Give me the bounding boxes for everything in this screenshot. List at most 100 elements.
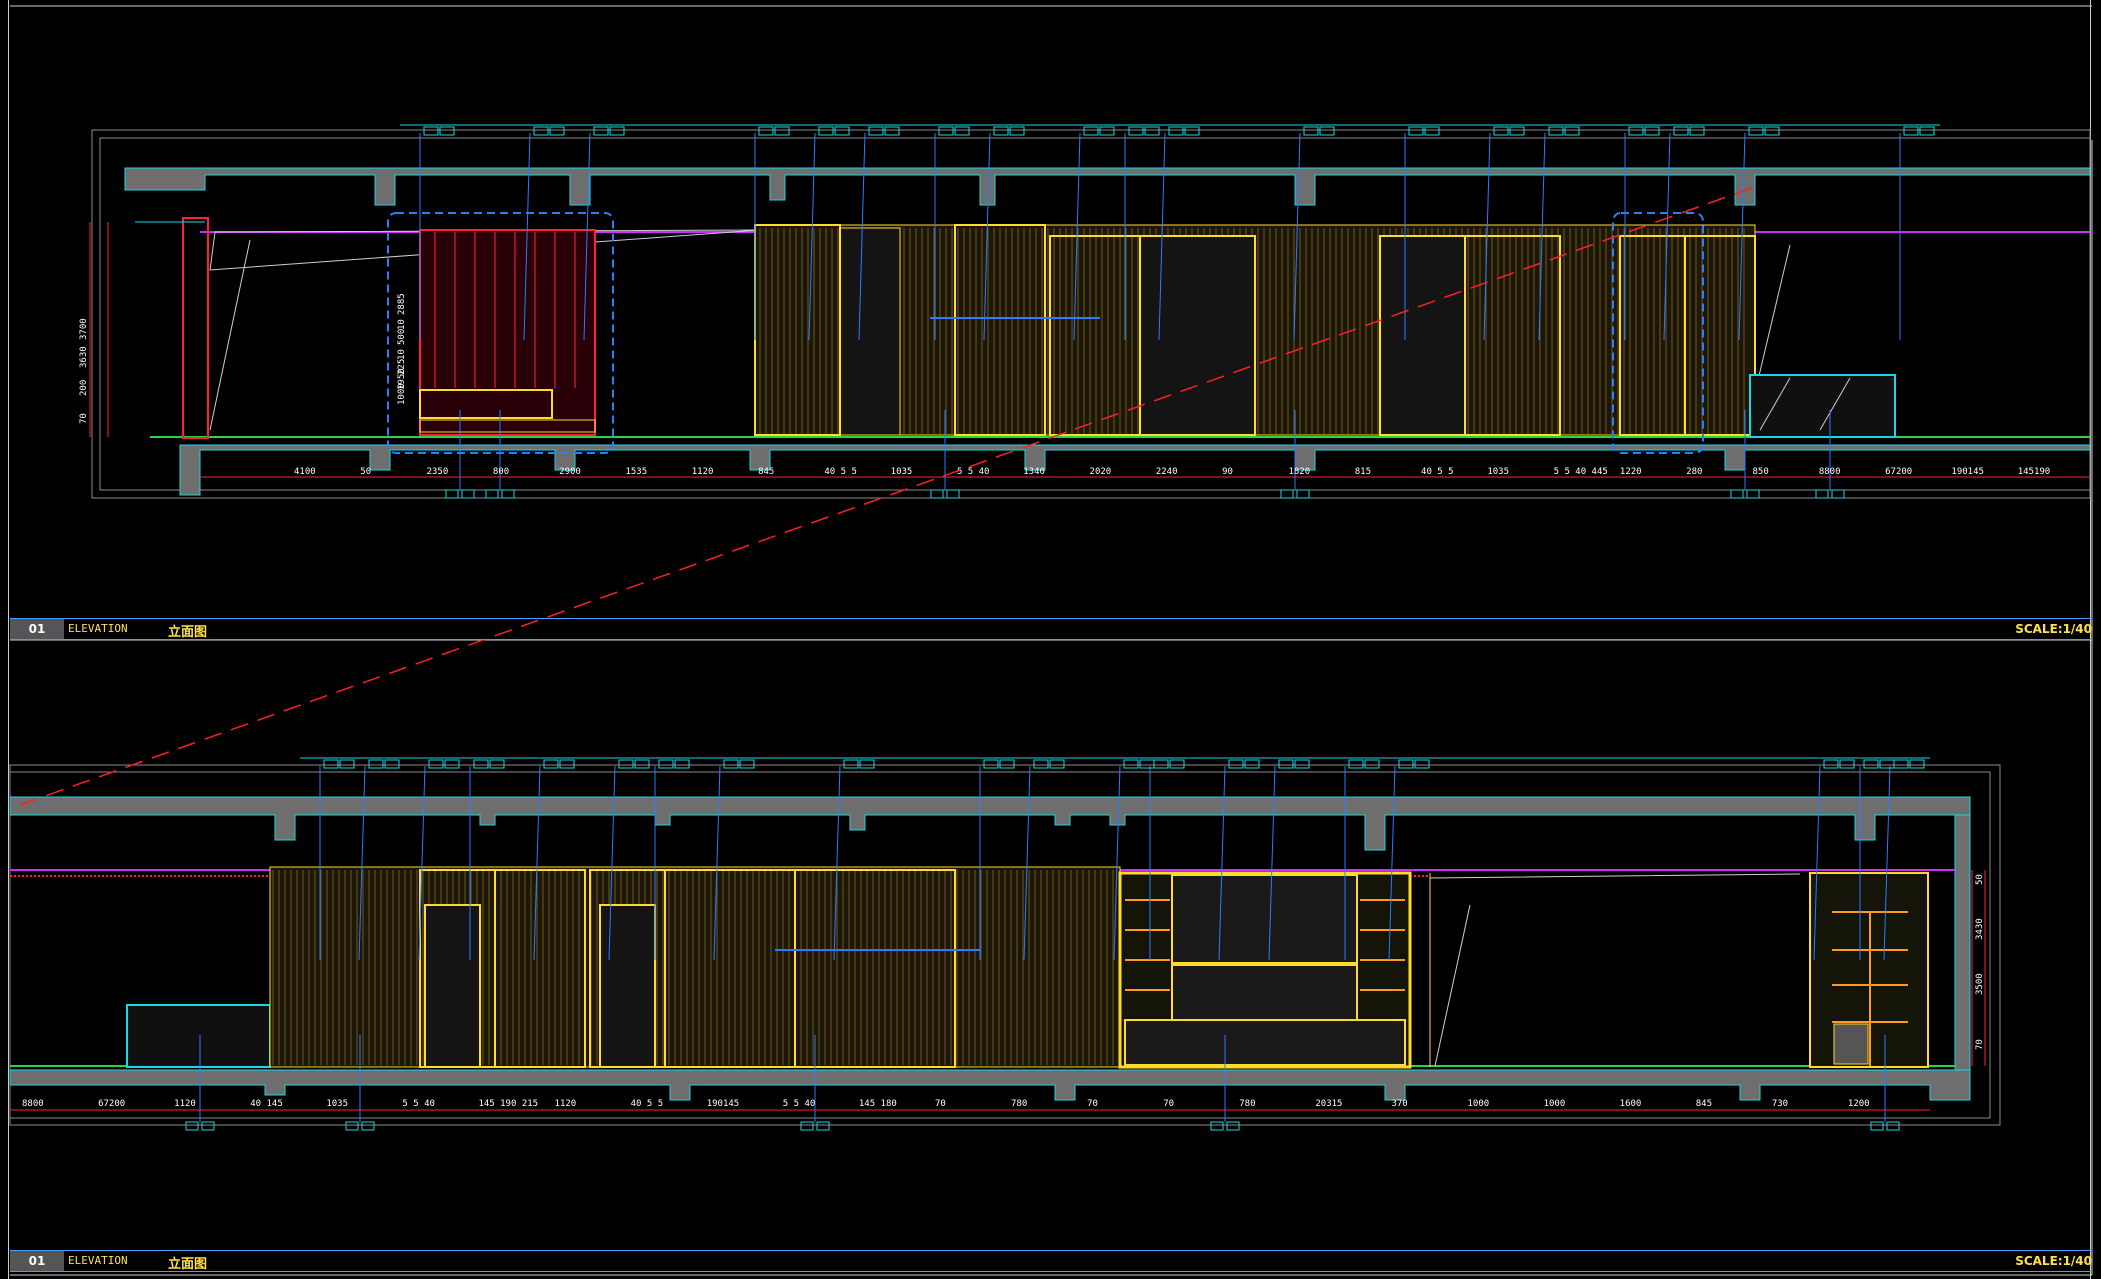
leader-tag — [1493, 126, 1509, 136]
right-counter-1 — [1749, 374, 1896, 438]
dimension-label: 845 — [758, 467, 774, 477]
leader-tag — [618, 759, 634, 769]
leader-tag — [1348, 759, 1364, 769]
vertical-dimension-label: 3430 — [1975, 918, 1985, 940]
leader-tag — [1123, 759, 1139, 769]
leader-tag — [983, 759, 999, 769]
leader-tag — [1228, 759, 1244, 769]
floor-slab-2 — [9, 1069, 1971, 1101]
dimension-label: 70 — [935, 1099, 946, 1109]
dimension-label: 40 5 5 — [824, 467, 857, 477]
dimension-label: 40 5 5 — [631, 1099, 664, 1109]
ceiling-slab-2 — [9, 796, 1971, 851]
vertical-dimension-label: 70 — [1975, 1039, 1985, 1050]
dimension-label: 850 — [1753, 467, 1769, 477]
vertical-dimension-label: 10 — [397, 319, 407, 330]
dimension-label: 1035 — [326, 1099, 348, 1109]
dimension-label: 145190 — [2018, 467, 2051, 477]
dimension-label: 145 190 215 — [478, 1099, 538, 1109]
dimension-label: 2020 — [1090, 467, 1112, 477]
vertical-dimension-label: 1000 — [397, 383, 407, 405]
vertical-dimension-label: 50 — [1975, 874, 1985, 885]
stone-panel-d — [424, 904, 481, 1068]
dimension-label: 815 — [1355, 467, 1371, 477]
leader-tag — [1083, 126, 1099, 136]
dimension-label: 50 — [360, 467, 371, 477]
dimension-label: 5 5 40 — [957, 467, 990, 477]
leader-tag — [593, 126, 609, 136]
panel-2-label-cn: 立面图 — [168, 1257, 208, 1272]
dimension-label: 190145 — [1951, 467, 1984, 477]
leader-tag — [1128, 126, 1144, 136]
panel-1-title-bar: 01 ELEVATION 立面图 SCALE:1/40 — [10, 618, 2092, 640]
leader-tag — [1863, 759, 1879, 769]
leader-tag — [1548, 126, 1564, 136]
leader-tag — [1033, 759, 1049, 769]
elevation-panel-2: 8800 67200 1120 40 145 1035 5 5 40 145 190 215… — [9, 757, 2001, 1131]
slope-2 — [1429, 873, 1801, 1067]
vertical-dimension-label: 3700 — [79, 318, 89, 340]
vertical-dimension-label: 200 — [79, 380, 89, 396]
leader-tag — [843, 759, 859, 769]
dimension-label: 8800 — [22, 1099, 44, 1109]
dimension-label: 1220 — [1620, 467, 1642, 477]
dimension-label: 845 — [1696, 1099, 1712, 1109]
dimension-label: 4100 — [294, 467, 316, 477]
dimension-label: 280 — [1686, 467, 1702, 477]
dimension-label: 730 — [1772, 1099, 1788, 1109]
leader-tag — [1748, 126, 1764, 136]
stone-panel-b — [1139, 235, 1256, 436]
dimension-label: 1820 — [1288, 467, 1310, 477]
dimension-label: 40 5 5 — [1421, 467, 1454, 477]
dimension-label: 1120 — [692, 467, 714, 477]
dimension-label: 67200 — [1885, 467, 1912, 477]
cabinet-marble-mid — [1171, 964, 1358, 1021]
cabinet-marble-top — [1171, 874, 1358, 964]
leader-tag — [1673, 126, 1689, 136]
panel-1-label-en: ELEVATION — [68, 622, 128, 635]
leader-tag — [1278, 759, 1294, 769]
panel-1-scale: SCALE:1/40 — [2015, 622, 2092, 636]
panel-2-number: 01 — [10, 1251, 64, 1271]
leader-tag — [1628, 126, 1644, 136]
leader-tag — [1153, 759, 1169, 769]
leader-tag — [1893, 759, 1909, 769]
dimension-label: 1035 — [891, 467, 913, 477]
vertical-dimension-label: 3630 — [79, 346, 89, 368]
dimension-label: 70 — [1163, 1099, 1174, 1109]
stone-panel-e — [599, 904, 656, 1068]
dimension-label: 190145 — [707, 1099, 740, 1109]
leader-tag — [658, 759, 674, 769]
dimension-label: 1120 — [174, 1099, 196, 1109]
floor-slab-1 — [179, 444, 2091, 496]
stone-panel-c — [1379, 235, 1466, 436]
leader-tag — [1903, 126, 1919, 136]
leader-tag — [543, 759, 559, 769]
vertical-dimension-label: 10 — [397, 349, 407, 360]
dimension-label: 1000 — [1544, 1099, 1566, 1109]
leader-tag — [368, 759, 384, 769]
dimension-label: 1035 — [1487, 467, 1509, 477]
dimension-label: 67200 — [98, 1099, 125, 1109]
leader-tag — [993, 126, 1009, 136]
dimension-label: 780 — [1239, 1099, 1255, 1109]
panel-1-label-cn: 立面图 — [168, 625, 208, 640]
leader-tag — [868, 126, 884, 136]
cabinet-base — [1124, 1019, 1406, 1066]
dimension-label: 1535 — [625, 467, 647, 477]
leader-tag — [1408, 126, 1424, 136]
leader-tag — [818, 126, 834, 136]
panel-1-number: 01 — [10, 619, 64, 639]
vertical-dimension-label: 70 — [79, 413, 89, 424]
leader-tag — [758, 126, 774, 136]
vertical-dimension-label: 500 — [397, 329, 407, 345]
left-counter-2 — [126, 1004, 271, 1068]
vertical-dimension-label: 2885 — [397, 293, 407, 315]
leader-tag — [428, 759, 444, 769]
red-feature-wall — [419, 229, 596, 436]
leader-tag — [1823, 759, 1839, 769]
panel-2-title-bar: 01 ELEVATION 立面图 SCALE:1/40 — [10, 1250, 2092, 1272]
panel-2-label-en: ELEVATION — [68, 1254, 128, 1267]
dimension-label: 1340 — [1023, 467, 1045, 477]
leader-tag — [423, 126, 439, 136]
